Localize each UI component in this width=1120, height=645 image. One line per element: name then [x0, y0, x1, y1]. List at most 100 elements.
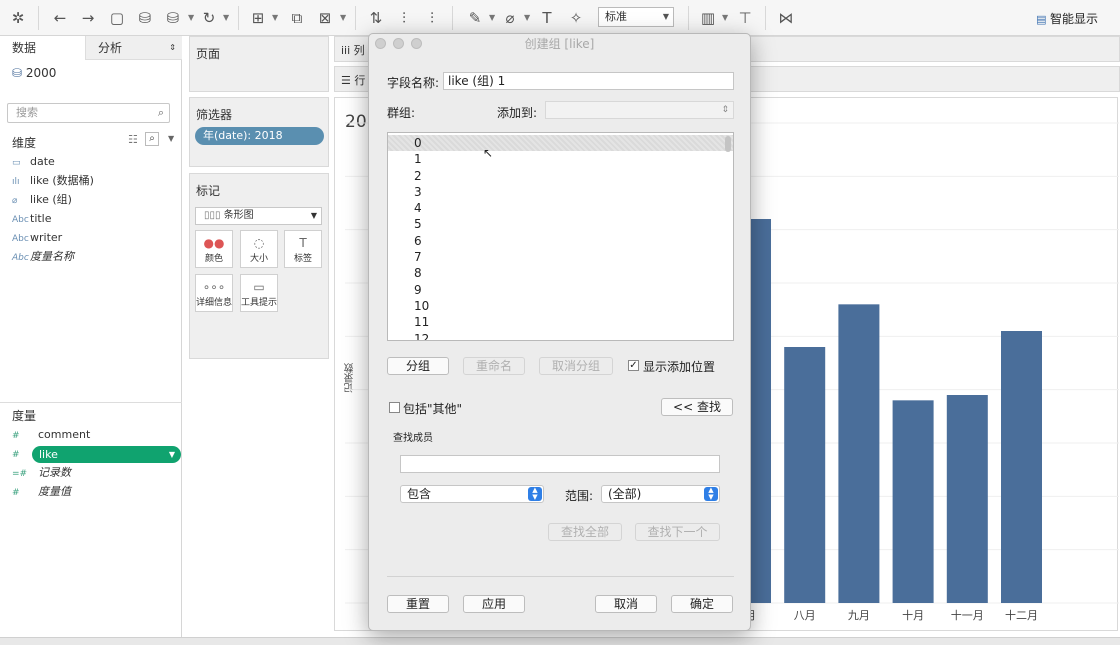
tableau-logo-icon[interactable]: ✲ [8, 8, 28, 28]
list-view-icon[interactable]: ☷ [128, 133, 138, 146]
tab-data[interactable]: 数据 [0, 36, 86, 60]
bar-十一月[interactable] [946, 395, 988, 603]
fit-select[interactable]: 标准 ▼ [598, 7, 674, 27]
pause-update-icon[interactable]: ⛁ [163, 8, 183, 28]
field-date[interactable]: ▭ date [12, 153, 55, 171]
group-members-icon[interactable]: ⌀ [500, 8, 520, 28]
group-button[interactable]: 分组 [387, 357, 449, 375]
chevron-down-icon[interactable]: ▼ [188, 8, 194, 28]
field-like-bin[interactable]: ılı like (数据桶) [12, 172, 94, 190]
find-all-button[interactable]: 查找全部 [548, 523, 622, 541]
apply-button[interactable]: 应用 [463, 595, 525, 613]
swap-icon[interactable]: ⇅ [366, 8, 386, 28]
field-writer[interactable]: Abcwriter [12, 229, 62, 247]
field-name-input[interactable]: like (组) 1 [443, 72, 734, 90]
redo-icon[interactable]: → [78, 8, 98, 28]
chevron-down-icon[interactable]: ▼ [524, 8, 530, 28]
hash-icon: # [12, 450, 20, 460]
share-icon[interactable]: ⋈ [776, 8, 796, 28]
bar-十二月[interactable] [1001, 331, 1042, 603]
chevron-down-icon[interactable]: ▼ [722, 8, 728, 28]
members-list[interactable]: 0 1 2 3 4 5 6 7 8 9 10 11 12 [387, 132, 734, 341]
field-comment[interactable]: # comment [12, 426, 90, 444]
tooltip-button[interactable]: ▭ 工具提示 [240, 274, 278, 312]
label-button[interactable]: T 标签 [284, 230, 322, 268]
highlight-icon[interactable]: ✎ [465, 8, 485, 28]
sheet-tabs-bar[interactable] [0, 637, 1120, 645]
show-me-button[interactable]: ▤ 智能显示 [1036, 10, 1098, 27]
list-item[interactable]: 10 [388, 298, 733, 314]
detail-button[interactable]: ∘∘∘ 详细信息 [195, 274, 233, 312]
color-label: 颜色 [204, 254, 223, 264]
reset-button[interactable]: 重置 [387, 595, 449, 613]
bar-十月[interactable] [892, 400, 934, 603]
filter-pill-year[interactable]: 年(date): 2018 [195, 127, 324, 145]
chevron-down-icon[interactable]: ▼ [223, 8, 229, 28]
refresh-icon[interactable]: ↻ [199, 8, 219, 28]
rows-label: ☰ 行 [341, 74, 366, 87]
list-item[interactable]: 0 [388, 135, 733, 152]
field-record-count[interactable]: =# 记录数 [12, 464, 71, 482]
search-input[interactable]: 搜索 ⌕ [7, 103, 170, 123]
find-toggle-button[interactable]: << 查找 [661, 398, 733, 416]
range-select[interactable]: (全部) ▲ ▼ [601, 485, 720, 503]
tab-analysis[interactable]: 分析 ⇕ [86, 36, 182, 60]
new-worksheet-icon[interactable]: ⊞ [248, 8, 268, 28]
save-icon[interactable]: ▢ [107, 8, 127, 28]
search-icon[interactable]: ⌕ [145, 132, 159, 146]
match-mode-select[interactable]: 包含 ▲ ▼ [400, 485, 544, 503]
list-item[interactable]: 1 [388, 151, 733, 167]
find-next-button[interactable]: 查找下一个 [635, 523, 720, 541]
list-item[interactable]: 2 [388, 168, 733, 184]
size-button[interactable]: ◌ 大小 [240, 230, 278, 268]
list-item[interactable]: 5 [388, 216, 733, 232]
color-button[interactable]: ●● 颜色 [195, 230, 233, 268]
list-item[interactable]: 3 [388, 184, 733, 200]
clear-sheet-icon[interactable]: ⊠ [315, 8, 335, 28]
chevron-down-icon[interactable]: ▼ [169, 446, 175, 463]
rename-button[interactable]: 重命名 [463, 357, 525, 375]
field-title[interactable]: Abctitle [12, 210, 52, 228]
show-cards-icon[interactable]: ▥ [698, 8, 718, 28]
ungroup-button[interactable]: 取消分组 [539, 357, 613, 375]
list-item[interactable]: 8 [388, 265, 733, 281]
bar-八月[interactable] [784, 347, 826, 603]
pages-shelf[interactable]: 页面 [189, 36, 329, 92]
find-members-input[interactable] [400, 455, 720, 473]
ok-button[interactable]: 确定 [671, 595, 733, 613]
duplicate-sheet-icon[interactable]: ⧉ [287, 8, 307, 28]
show-me-label: 智能显示 [1049, 12, 1098, 26]
presentation-mode-icon[interactable]: ⊤ [735, 8, 755, 28]
show-labels-icon[interactable]: T [537, 8, 557, 28]
list-item[interactable]: 7 [388, 249, 733, 265]
undo-icon[interactable]: ← [50, 8, 70, 28]
list-item[interactable]: 6 [388, 233, 733, 249]
datasource-item[interactable]: ⛁ 2000 [12, 66, 56, 80]
cancel-button[interactable]: 取消 [595, 595, 657, 613]
field-like-group[interactable]: ⌀ like (组) [12, 191, 72, 209]
bar-九月[interactable] [838, 304, 880, 603]
list-item[interactable]: 12 [388, 331, 733, 340]
field-measure-names[interactable]: Abc度量名称 [12, 248, 74, 266]
chevron-down-icon[interactable]: ▼ [168, 134, 174, 143]
mark-type-select[interactable]: ▯▯▯ 条形图 ▼ [195, 207, 322, 225]
chevron-down-icon[interactable]: ▼ [272, 8, 278, 28]
list-item[interactable]: 9 [388, 282, 733, 298]
new-datasource-icon[interactable]: ⛁ [135, 8, 155, 28]
include-other-checkbox[interactable] [389, 402, 400, 413]
sort-ascending-icon[interactable]: ⫶ [394, 8, 414, 28]
range-label: 范围: [565, 489, 594, 503]
label-label: 标签 [293, 254, 312, 264]
show-add-position-checkbox[interactable]: ✓ [628, 360, 639, 371]
add-to-select[interactable]: ⇕ [545, 101, 734, 119]
scrollbar-thumb[interactable] [725, 136, 731, 152]
tooltip-label: 工具提示 [241, 298, 278, 308]
field-measure-values[interactable]: # 度量值 [12, 483, 71, 501]
chevron-down-icon[interactable]: ▼ [340, 8, 346, 28]
chevron-down-icon[interactable]: ▼ [489, 8, 495, 28]
list-item[interactable]: 11 [388, 314, 733, 330]
sort-descending-icon[interactable]: ⫶ [422, 8, 442, 28]
field-like-selected[interactable]: like ▼ [32, 446, 181, 463]
list-item[interactable]: 4 [388, 200, 733, 216]
pin-icon[interactable]: ✧ [566, 8, 586, 28]
